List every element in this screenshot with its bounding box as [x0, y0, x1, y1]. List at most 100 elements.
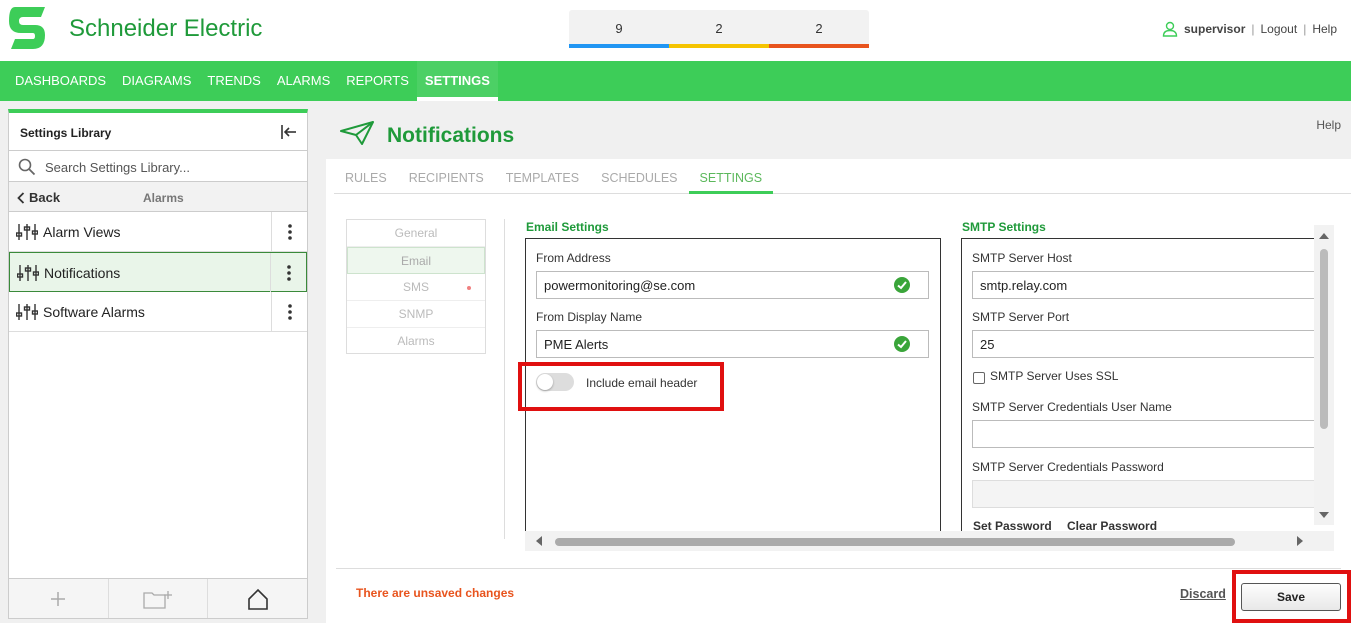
sliders-icon	[17, 265, 39, 281]
smtp-password-input	[972, 480, 1321, 508]
sliders-icon	[16, 224, 38, 240]
alarm-count-low[interactable]: 2	[769, 10, 869, 48]
brand-name: Schneider Electric	[69, 15, 263, 42]
smtp-ssl-label: SMTP Server Uses SSL	[990, 369, 1119, 383]
scroll-thumb[interactable]	[1320, 249, 1328, 429]
sidebar-item-software-alarms[interactable]: Software Alarms	[9, 292, 307, 332]
from-address-label: From Address	[536, 251, 611, 265]
plus-icon	[51, 591, 66, 606]
nav-reports[interactable]: REPORTS	[338, 61, 417, 101]
sidebar-title: Settings Library	[20, 126, 112, 140]
sidebar-item-label: Notifications	[44, 265, 121, 281]
home-icon	[247, 588, 268, 610]
breadcrumb: Alarms	[143, 191, 184, 205]
logout-link[interactable]: Logout	[1260, 22, 1297, 36]
add-button[interactable]	[9, 579, 109, 618]
subnav-alarms[interactable]: Alarms	[347, 328, 485, 355]
tab-schedules[interactable]: SCHEDULES	[590, 159, 688, 194]
back-button[interactable]: Back	[17, 190, 60, 205]
chevron-left-icon	[17, 191, 25, 204]
smtp-settings-box: SMTP Server Host SMTP Server Port SMTP S…	[961, 238, 1321, 538]
sidebar-header: Settings Library	[9, 113, 307, 151]
tab-bar: RULES RECIPIENTS TEMPLATES SCHEDULES SET…	[334, 159, 1351, 194]
tab-settings[interactable]: SETTINGS	[688, 159, 774, 194]
divider	[336, 568, 1341, 569]
unsaved-changes-message: There are unsaved changes	[356, 586, 515, 600]
add-folder-button[interactable]	[109, 579, 209, 618]
sidebar-back-row: Back Alarms	[9, 182, 307, 212]
smtp-user-input[interactable]	[972, 420, 1321, 448]
smtp-ssl-checkbox[interactable]	[973, 372, 985, 384]
subnav-snmp[interactable]: SNMP	[347, 301, 485, 328]
sliders-icon	[16, 304, 38, 320]
nav-dashboards[interactable]: DASHBOARDS	[7, 61, 114, 101]
highlight-box	[518, 362, 724, 411]
search-input[interactable]	[43, 156, 298, 178]
smtp-settings-title: SMTP Settings	[962, 220, 1046, 234]
valid-check-icon	[894, 336, 910, 352]
sidebar-item-alarm-views[interactable]: Alarm Views	[9, 212, 307, 252]
display-name-input[interactable]	[536, 330, 929, 358]
scroll-up-icon[interactable]	[1319, 233, 1329, 239]
sidebar-item-notifications[interactable]: Notifications	[9, 252, 307, 292]
search-icon	[18, 158, 36, 176]
subnav-sms-label: SMS	[402, 280, 429, 294]
more-options-icon[interactable]	[270, 253, 306, 292]
smtp-user-label: SMTP Server Credentials User Name	[972, 400, 1172, 414]
more-options-icon[interactable]	[271, 292, 307, 331]
scroll-right-icon[interactable]	[1297, 536, 1303, 546]
sidebar-item-label: Alarm Views	[43, 224, 121, 240]
main-nav: DASHBOARDS DIAGRAMS TRENDS ALARMS REPORT…	[0, 61, 1351, 101]
nav-settings[interactable]: SETTINGS	[416, 61, 498, 101]
back-label: Back	[29, 190, 61, 205]
vertical-scrollbar[interactable]	[1314, 225, 1334, 525]
display-name-label: From Display Name	[536, 310, 643, 324]
user-area: supervisor | Logout | Help	[1162, 21, 1337, 37]
discard-button[interactable]: Discard	[1180, 587, 1226, 601]
scroll-left-icon[interactable]	[536, 536, 542, 546]
schneider-logo-icon	[9, 7, 45, 49]
subnav-sms[interactable]: SMS	[347, 274, 485, 301]
smtp-port-input[interactable]	[972, 330, 1321, 358]
divider	[504, 219, 505, 539]
collapse-sidebar-icon[interactable]	[280, 123, 298, 141]
notifications-panel: RULES RECIPIENTS TEMPLATES SCHEDULES SET…	[326, 159, 1351, 623]
smtp-port-label: SMTP Server Port	[972, 310, 1070, 324]
smtp-password-label: SMTP Server Credentials Password	[972, 460, 1164, 474]
alarm-count-medium[interactable]: 2	[669, 10, 769, 48]
tab-recipients[interactable]: RECIPIENTS	[398, 159, 495, 194]
horizontal-scrollbar[interactable]	[525, 531, 1334, 551]
scroll-down-icon[interactable]	[1319, 512, 1329, 518]
email-settings-title: Email Settings	[526, 220, 609, 234]
alarm-counts: 9 2 2	[569, 10, 869, 48]
user-name-link[interactable]: supervisor	[1184, 22, 1245, 36]
tab-rules[interactable]: RULES	[334, 159, 398, 194]
home-button[interactable]	[208, 579, 307, 618]
page-help-link[interactable]: Help	[1316, 118, 1341, 132]
more-options-icon[interactable]	[271, 212, 307, 251]
smtp-host-label: SMTP Server Host	[972, 251, 1072, 265]
nav-alarms[interactable]: ALARMS	[269, 61, 338, 101]
sidebar-search	[9, 151, 307, 182]
subnav-email[interactable]: Email	[347, 247, 485, 274]
tab-templates[interactable]: TEMPLATES	[495, 159, 590, 194]
page-header: Notifications Help	[326, 109, 1351, 159]
nav-diagrams[interactable]: DIAGRAMS	[114, 61, 199, 101]
nav-trends[interactable]: TRENDS	[199, 61, 268, 101]
page-title: Notifications	[387, 124, 515, 147]
help-link[interactable]: Help	[1312, 22, 1337, 36]
paper-plane-icon	[340, 121, 374, 145]
sidebar-footer	[9, 578, 307, 618]
user-icon	[1162, 21, 1178, 37]
settings-subnav: General Email SMS SNMP Alarms	[346, 219, 486, 354]
scroll-thumb[interactable]	[555, 538, 1235, 546]
error-dot-icon	[467, 286, 471, 290]
add-folder-icon	[143, 590, 172, 609]
subnav-general[interactable]: General	[347, 220, 485, 247]
smtp-host-input[interactable]	[972, 271, 1321, 299]
from-address-input[interactable]	[536, 271, 929, 299]
sidebar-item-label: Software Alarms	[43, 304, 145, 320]
valid-check-icon	[894, 277, 910, 293]
alarm-count-high[interactable]: 9	[569, 10, 669, 48]
highlight-box	[1232, 570, 1351, 623]
